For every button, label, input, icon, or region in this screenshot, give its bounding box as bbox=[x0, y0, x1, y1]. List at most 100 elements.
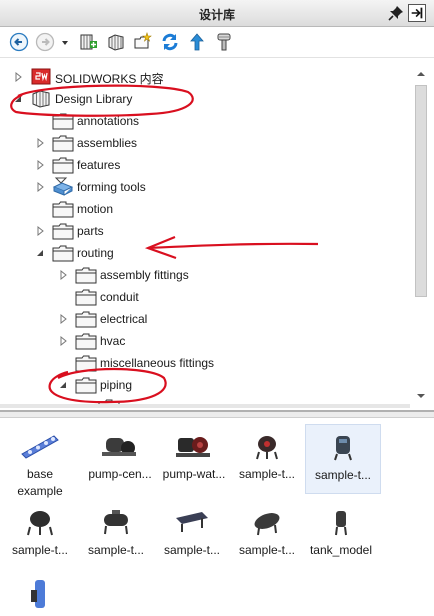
file-item-sample-t-2[interactable]: sample-t... bbox=[305, 424, 381, 494]
options-button[interactable] bbox=[214, 32, 234, 52]
tree-label: assembly fittings bbox=[100, 268, 189, 282]
solidworks-logo-icon bbox=[31, 68, 51, 85]
up-level-button[interactable] bbox=[187, 32, 207, 52]
file-caption: sample-t... bbox=[163, 543, 220, 557]
file-caption: pump-wat... bbox=[162, 467, 226, 481]
scroll-down-arrow-icon[interactable] bbox=[413, 389, 429, 403]
file-caption: pump-cen... bbox=[88, 467, 152, 481]
folder-icon bbox=[52, 201, 74, 218]
part-thumbnail-icon bbox=[21, 435, 59, 459]
folder-icon bbox=[52, 245, 74, 262]
collapse-arrow-icon[interactable] bbox=[13, 94, 23, 104]
file-caption: sample-t... bbox=[11, 543, 68, 557]
folder-icon bbox=[75, 289, 97, 306]
folder-icon bbox=[52, 135, 74, 152]
back-button[interactable] bbox=[9, 32, 29, 52]
expand-arrow-icon[interactable] bbox=[59, 336, 69, 346]
file-thumbnail-pane: base example pump-cen... pump-wat... sam… bbox=[0, 420, 434, 616]
tank-thumbnail-icon bbox=[335, 511, 347, 536]
expand-arrow-icon[interactable] bbox=[36, 160, 46, 170]
file-item-sample-t-5[interactable]: sample-t... bbox=[154, 500, 230, 570]
dropdown-caret-icon[interactable] bbox=[60, 32, 70, 52]
folder-icon bbox=[52, 223, 74, 240]
tree-node-piping[interactable]: piping bbox=[55, 375, 195, 395]
tree-node-electrical[interactable]: electrical bbox=[55, 309, 195, 329]
folder-icon bbox=[75, 267, 97, 284]
tree-node-hvac[interactable]: hvac bbox=[55, 331, 195, 351]
toolbar bbox=[0, 28, 434, 58]
assembly-thumbnail-icon bbox=[31, 580, 45, 608]
file-item-base-example[interactable]: base example bbox=[2, 424, 78, 498]
collapse-arrow-icon[interactable] bbox=[58, 380, 68, 390]
tree-horizontal-scrollbar[interactable] bbox=[0, 404, 410, 408]
tree-label: motion bbox=[77, 202, 114, 216]
file-item-sample-t-4[interactable]: sample-t... bbox=[78, 500, 154, 570]
forming-tools-icon bbox=[52, 177, 74, 196]
pin-icon[interactable] bbox=[388, 5, 404, 21]
tree-node-assemblies[interactable]: assemblies bbox=[32, 133, 172, 153]
add-file-location-button[interactable] bbox=[78, 32, 98, 52]
file-caption: tank_model bbox=[309, 543, 373, 557]
tree-label: miscellaneous fittings bbox=[100, 356, 215, 370]
file-item-unlabeled[interactable] bbox=[2, 570, 78, 614]
tank-thumbnail-icon bbox=[254, 513, 280, 536]
forward-button[interactable] bbox=[35, 32, 55, 52]
tree-label: Design Library bbox=[55, 92, 133, 106]
folder-icon bbox=[75, 377, 97, 394]
pump-thumbnail-icon bbox=[176, 437, 210, 457]
tree-label: features bbox=[77, 158, 121, 172]
tree-node-annotations[interactable]: annotations bbox=[32, 111, 172, 131]
tree-node-forming-tools[interactable]: forming tools bbox=[32, 177, 182, 197]
tree-node-motion[interactable]: motion bbox=[32, 199, 172, 219]
folder-icon bbox=[75, 333, 97, 350]
expand-arrow-icon[interactable] bbox=[14, 72, 24, 82]
tank-thumbnail-icon bbox=[104, 510, 128, 535]
collapse-arrow-icon[interactable] bbox=[35, 248, 45, 258]
tree-node-solidworks-content[interactable]: SOLIDWORKS 内容 bbox=[10, 67, 170, 87]
tree-node-routing[interactable]: routing bbox=[32, 243, 172, 263]
tree-vertical-scrollbar[interactable] bbox=[411, 63, 431, 407]
expand-arrow-icon[interactable] bbox=[36, 138, 46, 148]
file-item-sample-t-1[interactable]: sample-t... bbox=[229, 424, 305, 494]
pump-thumbnail-icon bbox=[102, 438, 136, 456]
file-caption: sample-t... bbox=[314, 468, 371, 482]
file-caption: sample-t... bbox=[87, 543, 144, 557]
tree-node-miscellaneous-fittings[interactable]: miscellaneous fittings bbox=[55, 353, 255, 373]
tree-label: annotations bbox=[77, 114, 140, 128]
file-item-pump-cen[interactable]: pump-cen... bbox=[82, 424, 158, 494]
tree-label: hvac bbox=[100, 334, 126, 348]
pane-splitter[interactable] bbox=[0, 410, 434, 418]
folder-icon bbox=[75, 311, 97, 328]
file-caption: sample-t... bbox=[238, 467, 295, 481]
tank-thumbnail-icon bbox=[27, 511, 53, 536]
file-item-sample-t-6[interactable]: sample-t... bbox=[229, 500, 305, 570]
tree-node-conduit[interactable]: conduit bbox=[55, 287, 195, 307]
tree-node-parts[interactable]: parts bbox=[32, 221, 172, 241]
folder-icon bbox=[52, 113, 74, 130]
tree-node-design-library[interactable]: Design Library bbox=[10, 89, 170, 109]
scrollbar-thumb[interactable] bbox=[415, 85, 427, 297]
file-caption: base example bbox=[17, 467, 63, 498]
tank-thumbnail-icon bbox=[176, 512, 208, 532]
close-panel-icon bbox=[411, 7, 423, 19]
file-item-tank-model[interactable]: tank_model bbox=[303, 500, 379, 570]
panel-titlebar: 设计库 bbox=[0, 0, 434, 27]
expand-arrow-icon[interactable] bbox=[36, 182, 46, 192]
expand-arrow-icon[interactable] bbox=[59, 270, 69, 280]
file-item-sample-t-3[interactable]: sample-t... bbox=[2, 500, 78, 570]
close-panel-button[interactable] bbox=[408, 4, 426, 22]
tree-label: conduit bbox=[100, 290, 139, 304]
design-library-button[interactable] bbox=[106, 32, 126, 52]
folder-icon bbox=[75, 355, 97, 372]
tree-label: SOLIDWORKS 内容 bbox=[55, 72, 164, 86]
expand-arrow-icon[interactable] bbox=[59, 314, 69, 324]
expand-arrow-icon[interactable] bbox=[36, 226, 46, 236]
tree-label: parts bbox=[77, 224, 104, 238]
new-folder-button[interactable] bbox=[133, 32, 153, 52]
tree-node-assembly-fittings[interactable]: assembly fittings bbox=[55, 265, 225, 285]
tree-node-features[interactable]: features bbox=[32, 155, 172, 175]
scroll-up-arrow-icon[interactable] bbox=[413, 67, 429, 81]
tree-label: forming tools bbox=[77, 180, 146, 194]
file-item-pump-wat[interactable]: pump-wat... bbox=[156, 424, 232, 494]
refresh-button[interactable] bbox=[160, 32, 180, 52]
